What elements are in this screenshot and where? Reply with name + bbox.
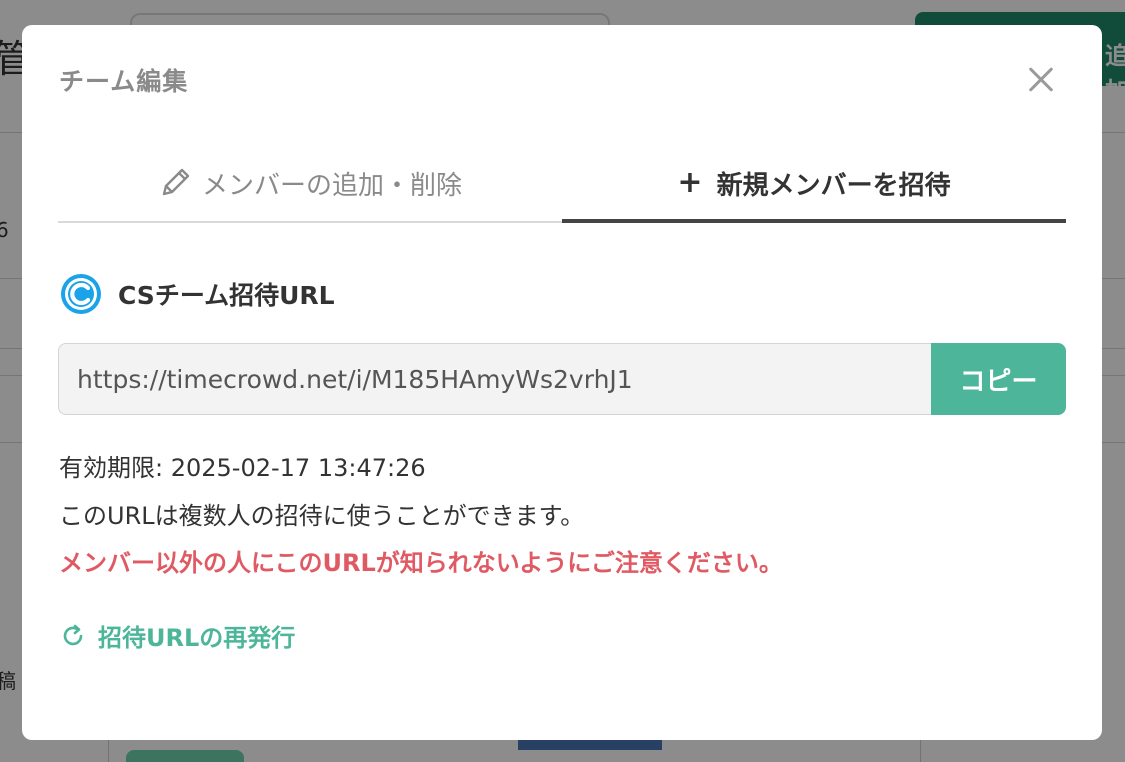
reissue-label: 招待URLの再発行 xyxy=(98,624,296,652)
tab-bar: メンバーの追加・削除 + 新規メンバーを招待 xyxy=(58,143,1066,223)
tab-label: メンバーの追加・削除 xyxy=(201,170,462,201)
tab-invite-new-member[interactable]: + 新規メンバーを招待 xyxy=(562,143,1066,223)
team-edit-modal: チーム編集 メンバーの追加・削除 + 新規メンバーを招待 CSチーム招待URL … xyxy=(22,25,1102,740)
active-tab-indicator xyxy=(562,219,1066,223)
invite-url-input[interactable] xyxy=(58,343,931,415)
copy-button[interactable]: コピー xyxy=(931,343,1066,415)
warning-text: メンバー以外の人にこのURLが知られないようにご注意ください。 xyxy=(59,549,783,577)
invite-url-group: コピー xyxy=(58,343,1066,415)
close-icon[interactable] xyxy=(1022,61,1060,99)
plus-icon: + xyxy=(677,165,703,200)
team-header: CSチーム招待URL xyxy=(60,273,335,315)
team-invite-url-heading: CSチーム招待URL xyxy=(118,281,335,310)
tab-add-remove-members[interactable]: メンバーの追加・削除 xyxy=(58,143,562,223)
reissue-url-link[interactable]: 招待URLの再発行 xyxy=(60,618,295,653)
tab-label: 新規メンバーを招待 xyxy=(716,170,951,201)
refresh-icon xyxy=(60,623,86,649)
expiry-text: 有効期限: 2025-02-17 13:47:26 xyxy=(59,454,426,482)
modal-title: チーム編集 xyxy=(59,67,189,96)
timecrowd-logo-icon xyxy=(60,273,102,315)
multi-use-note: このURLは複数人の招待に使うことができます。 xyxy=(59,502,585,530)
pencil-icon xyxy=(158,166,192,200)
